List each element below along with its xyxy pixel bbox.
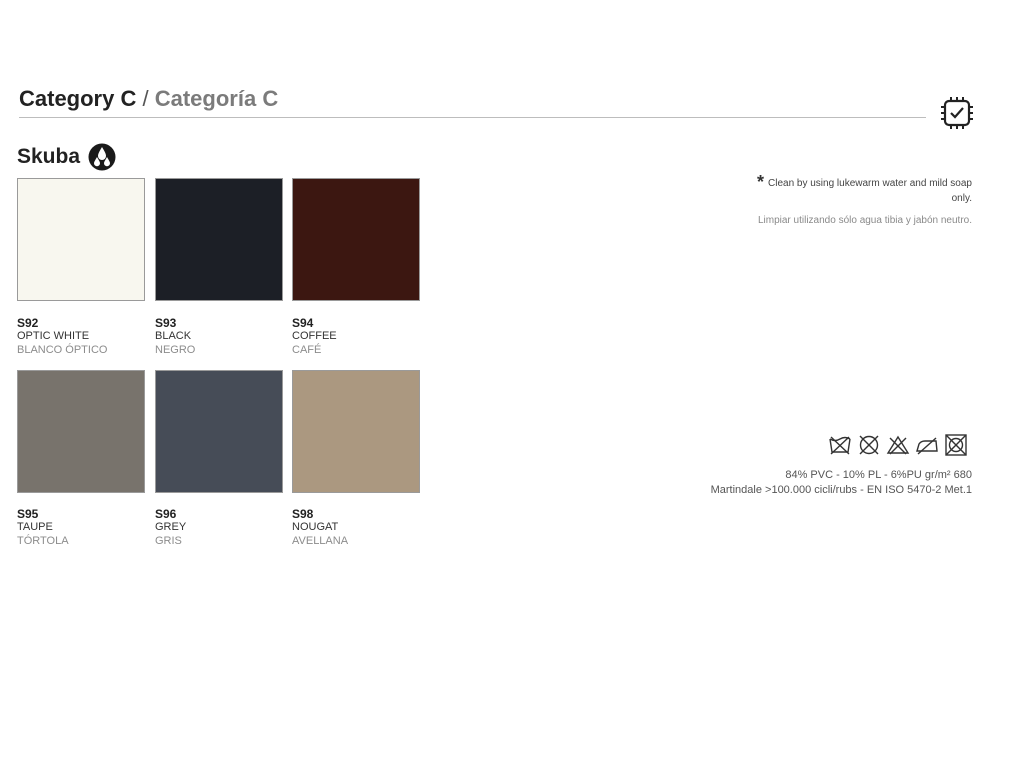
swatch-code: S98 [292,507,314,521]
care-text-spanish: Limpiar utilizando sólo agua tibia y jab… [757,215,972,226]
swatch-s92 [17,178,145,301]
swatch-code: S95 [17,507,39,521]
do-not-dry-clean-icon [859,435,879,455]
certification-icon [941,97,973,129]
swatch-s98 [292,370,420,493]
swatch-code: S93 [155,316,177,330]
do-not-wash-icon [829,436,851,455]
swatch-name-spanish: BLANCO ÓPTICO [17,344,108,356]
swatch-s96 [155,370,283,493]
swatch-name-spanish: TÓRTOLA [17,535,69,547]
do-not-iron-icon [916,437,938,455]
page-header: Category C / Categoría C [19,86,926,118]
swatch-s94 [292,178,420,301]
swatch-name-spanish: AVELLANA [292,535,349,547]
swatch-code: S96 [155,507,177,521]
asterisk-icon: * [757,172,765,192]
care-instructions: * Clean by using lukewarm water and mild… [752,172,972,229]
swatch-name-spanish: NEGRO [155,344,196,356]
fabric-specs: 84% PVC - 10% PL - 6%PU gr/m² 680 Martin… [711,468,972,497]
page-title: Category C / Categoría C [19,86,278,112]
swatch-name-spanish: CAFÉ [292,344,322,356]
swatch-name-english: GREY [155,521,187,533]
water-drops-icon [88,143,116,171]
care-text-english: Clean by using lukewarm water and mild s… [768,178,972,204]
swatch-code: S92 [17,316,39,330]
swatch-code: S94 [292,316,314,330]
swatch-name-english: COFFEE [292,330,337,342]
swatch-name-english: TAUPE [17,521,53,533]
do-not-bleach-icon [886,435,910,455]
swatch-name-english: OPTIC WHITE [17,330,90,342]
do-not-tumble-dry-icon [945,434,967,456]
material-heading: Skuba [17,143,116,171]
wash-symbols [828,434,968,456]
swatch-name-english: NOUGAT [292,521,339,533]
title-separator: / [142,86,149,111]
fabric-composition: 84% PVC - 10% PL - 6%PU gr/m² 680 [785,469,972,481]
swatch-s93 [155,178,283,301]
fabric-abrasion: Martindale >100.000 cicli/rubs - EN ISO … [710,483,972,496]
swatch-s95 [17,370,145,493]
material-name: Skuba [17,145,81,168]
swatch-name-spanish: GRIS [155,535,182,547]
title-spanish: Categoría C [154,86,279,111]
title-english: Category C [19,86,137,111]
swatch-name-english: BLACK [155,330,192,342]
